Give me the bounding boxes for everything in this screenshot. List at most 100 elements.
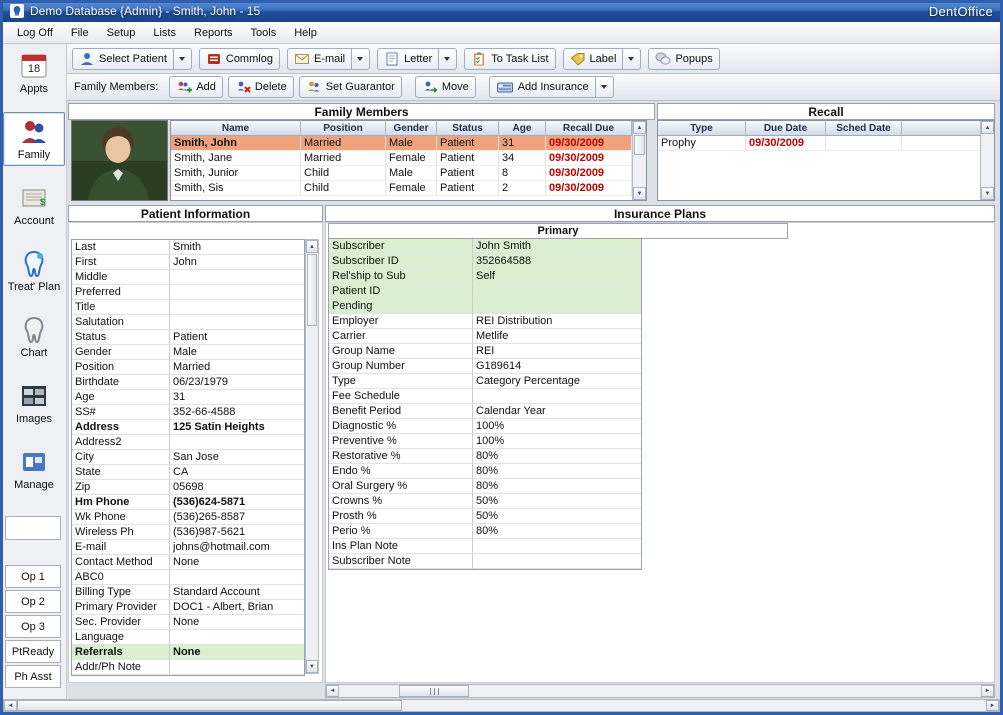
move-button[interactable]: Move xyxy=(415,76,476,98)
patient-info-scrollbar[interactable]: ▲ ▼ xyxy=(305,239,319,674)
scroll-down-icon[interactable]: ▼ xyxy=(633,187,646,200)
patient-info-row[interactable]: Preferred xyxy=(72,285,304,300)
patient-info-row[interactable]: Sec. ProviderNone xyxy=(72,615,304,630)
patient-info-row[interactable]: Language xyxy=(72,630,304,645)
email-button[interactable]: E-mail xyxy=(287,48,370,70)
sidebar-item-account[interactable]: $ Account xyxy=(3,178,65,232)
scroll-down-icon[interactable]: ▼ xyxy=(981,187,994,200)
scroll-right-icon[interactable]: ► xyxy=(986,700,999,711)
insurance-row[interactable]: Rel'ship to SubSelf xyxy=(329,269,641,284)
patient-info-row[interactable]: Address2 xyxy=(72,435,304,450)
insurance-row[interactable]: SubscriberJohn Smith xyxy=(329,239,641,254)
scroll-up-icon[interactable]: ▲ xyxy=(981,121,994,134)
family-member-row[interactable]: Smith, JaneMarriedFemalePatient3409/30/2… xyxy=(171,151,632,166)
patient-info-row[interactable]: Title xyxy=(72,300,304,315)
commlog-button[interactable]: Commlog xyxy=(199,48,280,70)
scroll-thumb[interactable] xyxy=(399,685,469,697)
scroll-track[interactable] xyxy=(17,700,986,711)
insurance-row[interactable]: Crowns %50% xyxy=(329,494,641,509)
letter-button[interactable]: Letter xyxy=(377,48,457,70)
menu-item-reports[interactable]: Reports xyxy=(185,24,242,42)
to-task-list-button[interactable]: To Task List xyxy=(464,48,555,70)
sidebar-item-family[interactable]: Family xyxy=(3,112,65,166)
insurance-row[interactable]: Preventive %100% xyxy=(329,434,641,449)
insurance-row[interactable]: Group NumberG189614 xyxy=(329,359,641,374)
insurance-row[interactable]: Fee Schedule xyxy=(329,389,641,404)
insurance-row[interactable]: Patient ID xyxy=(329,284,641,299)
patient-info-row[interactable]: PositionMarried xyxy=(72,360,304,375)
op-button-ptready[interactable]: PtReady xyxy=(5,640,61,663)
email-dropdown[interactable] xyxy=(351,49,363,69)
letter-dropdown[interactable] xyxy=(438,49,450,69)
op-button-op-2[interactable]: Op 2 xyxy=(5,590,61,613)
family-member-row[interactable]: Smith, JohnMarriedMalePatient3109/30/200… xyxy=(171,136,632,151)
insurance-row[interactable]: Subscriber Note xyxy=(329,554,641,569)
patient-info-row[interactable]: Primary ProviderDOC1 - Albert, Brian xyxy=(72,600,304,615)
sidebar-item-manage[interactable]: Manage xyxy=(3,442,65,496)
insurance-row[interactable]: CarrierMetlife xyxy=(329,329,641,344)
insurance-row[interactable]: Endo %80% xyxy=(329,464,641,479)
insurance-hscrollbar[interactable]: ◄ ► xyxy=(325,684,995,698)
patient-info-row[interactable]: SS#352-66-4588 xyxy=(72,405,304,420)
patient-info-row[interactable]: ABC0 xyxy=(72,570,304,585)
patient-info-row[interactable]: Wireless Ph(536)987-5621 xyxy=(72,525,304,540)
scroll-thumb[interactable] xyxy=(17,700,402,711)
patient-info-row[interactable]: Addr/Ph Note xyxy=(72,660,304,675)
scroll-left-icon[interactable]: ◄ xyxy=(326,685,339,697)
patient-info-row[interactable]: CitySan Jose xyxy=(72,450,304,465)
menu-item-file[interactable]: File xyxy=(62,24,98,42)
insurance-row[interactable]: Prosth %50% xyxy=(329,509,641,524)
patient-info-row[interactable]: Hm Phone(536)624-5871 xyxy=(72,495,304,510)
titlebar[interactable]: Demo Database {Admin} - Smith, John - 15… xyxy=(0,0,1003,22)
patient-info-row[interactable]: Wk Phone(536)265-8587 xyxy=(72,510,304,525)
scroll-right-icon[interactable]: ► xyxy=(981,685,994,697)
menu-item-log-off[interactable]: Log Off xyxy=(8,24,62,42)
sidebar-item-images[interactable]: Images xyxy=(3,376,65,430)
insurance-row[interactable]: TypeCategory Percentage xyxy=(329,374,641,389)
menu-item-tools[interactable]: Tools xyxy=(242,24,286,42)
scroll-up-icon[interactable]: ▲ xyxy=(306,240,318,253)
insurance-row[interactable]: Perio %80% xyxy=(329,524,641,539)
scroll-thumb[interactable] xyxy=(634,135,645,155)
delete-family-member-button[interactable]: Delete xyxy=(228,76,294,98)
insurance-row[interactable]: Diagnostic %100% xyxy=(329,419,641,434)
menu-item-help[interactable]: Help xyxy=(285,24,326,42)
set-guarantor-button[interactable]: Set Guarantor xyxy=(299,76,402,98)
op-button-op-3[interactable]: Op 3 xyxy=(5,615,61,638)
insurance-row[interactable]: Restorative %80% xyxy=(329,449,641,464)
op-button-ph-asst[interactable]: Ph Asst xyxy=(5,665,61,688)
sidebar-item-chart[interactable]: Chart xyxy=(3,310,65,364)
select-patient-dropdown[interactable] xyxy=(173,49,185,69)
sidebar-item-appts[interactable]: 18 Appts xyxy=(3,46,65,100)
patient-info-row[interactable]: ReferralsNone xyxy=(72,645,304,660)
patient-info-row[interactable]: Salutation xyxy=(72,315,304,330)
menu-item-lists[interactable]: Lists xyxy=(144,24,185,42)
insurance-row[interactable]: Ins Plan Note xyxy=(329,539,641,554)
patient-info-row[interactable]: Address125 Satin Heights xyxy=(72,420,304,435)
insurance-row[interactable]: Group NameREI xyxy=(329,344,641,359)
patient-info-row[interactable]: Age31 xyxy=(72,390,304,405)
insurance-row[interactable]: Subscriber ID352664588 xyxy=(329,254,641,269)
family-grid-scrollbar[interactable]: ▲ ▼ xyxy=(632,121,646,200)
patient-info-row[interactable]: StateCA xyxy=(72,465,304,480)
scroll-down-icon[interactable]: ▼ xyxy=(306,660,318,673)
sidebar-item-treat-plan[interactable]: Treat' Plan xyxy=(3,244,65,298)
patient-info-row[interactable]: LastSmith xyxy=(72,240,304,255)
patient-info-row[interactable]: E-mailjohns@hotmail.com xyxy=(72,540,304,555)
label-button[interactable]: Label xyxy=(563,48,642,70)
primary-plan-header[interactable]: Primary xyxy=(328,223,788,239)
add-family-member-button[interactable]: Add xyxy=(169,76,223,98)
patient-info-row[interactable]: Birthdate06/23/1979 xyxy=(72,375,304,390)
insurance-row[interactable]: Benefit PeriodCalendar Year xyxy=(329,404,641,419)
recall-grid-scrollbar[interactable]: ▲ ▼ xyxy=(980,121,994,200)
add-insurance-dropdown[interactable] xyxy=(595,77,607,97)
patient-info-row[interactable]: Contact MethodNone xyxy=(72,555,304,570)
family-member-row[interactable]: Smith, SisChildFemalePatient209/30/2009 xyxy=(171,181,632,196)
recall-row[interactable]: Prophy09/30/2009 xyxy=(658,136,980,151)
patient-info-row[interactable]: Billing TypeStandard Account xyxy=(72,585,304,600)
patient-info-row[interactable]: StatusPatient xyxy=(72,330,304,345)
insurance-row[interactable]: Pending xyxy=(329,299,641,314)
scroll-up-icon[interactable]: ▲ xyxy=(633,121,646,134)
scroll-track[interactable] xyxy=(339,685,981,697)
scroll-thumb[interactable] xyxy=(307,254,317,326)
